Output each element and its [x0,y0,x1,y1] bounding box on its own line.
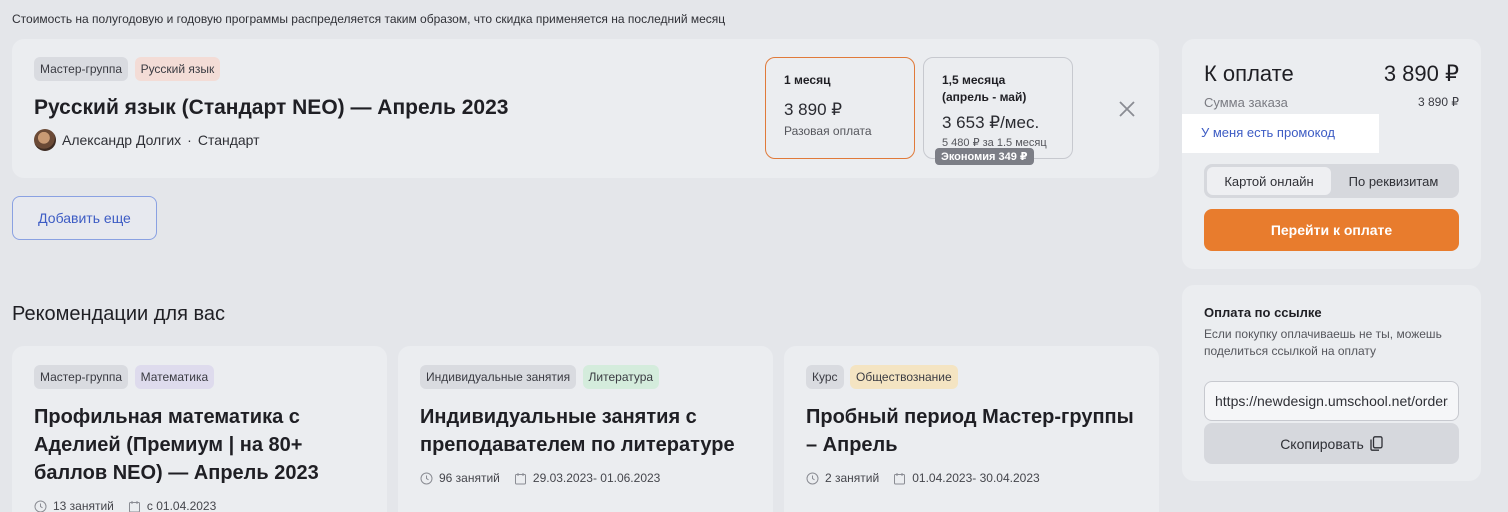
payment-method-switch: Картой онлайн По реквизитам [1204,164,1459,198]
tag-format: Индивидуальные занятия [420,365,577,389]
add-more-button[interactable]: Добавить еще [12,196,157,240]
tag-subject: Литература [582,365,660,389]
avatar [34,129,56,151]
savings-badge: Экономия 349 ₽ [935,148,1034,165]
pay-link-description: Если покупку оплачиваешь не ты, можешь п… [1204,327,1442,358]
author-name: Александр Долгих [62,132,182,148]
cart-item-title: Русский язык (Стандарт NEO) — Апрель 202… [34,96,509,119]
tag-subject: Обществознание [849,365,958,389]
tag-format: Мастер-группа [34,365,129,389]
card-meta: 2 занятий 01.04.2023- 30.04.2023 [806,471,1137,485]
plan-name-line2: (апрель - май) [942,90,1027,104]
card-tags: Индивидуальные занятия Литература [420,365,751,389]
checkout-page: Стоимость на полугодовую и годовую прогр… [0,0,1508,512]
recommendations-heading: Рекомендации для вас [12,303,225,325]
tag-format: Мастер-группа [34,57,129,81]
copy-label: Скопировать [1280,435,1364,452]
tag-format: Курс [806,365,844,389]
copy-link-button[interactable]: Скопировать [1204,423,1459,464]
pay-link-title: Оплата по ссылке [1204,305,1322,320]
method-bank-details[interactable]: По реквизитам [1331,167,1456,195]
separator-dot: · [187,132,192,148]
recommendation-card[interactable]: Индивидуальные занятия Литература Индиви… [398,346,773,512]
lessons-count: 96 занятий [439,471,500,485]
copy-icon [1370,436,1383,451]
tag-subject: Русский язык [134,57,221,81]
lessons-count: 2 занятий [825,471,880,485]
recommendation-card[interactable]: Курс Обществознание Пробный период Масте… [784,346,1159,512]
pay-link-url-field[interactable] [1204,381,1459,421]
plan-option-1-month[interactable]: 1 месяц 3 890 ₽ Разовая оплата [765,57,915,159]
recommendation-card[interactable]: Мастер-группа Математика Профильная мате… [12,346,387,512]
card-tags: Мастер-группа Математика [34,365,365,389]
payment-title: К оплате [1204,61,1294,86]
card-title: Пробный период Мастер-группы – Апрель [806,406,1134,456]
method-card-online[interactable]: Картой онлайн [1207,167,1331,195]
card-tags: Курс Обществознание [806,365,1137,389]
card-meta: 13 занятий с 01.04.2023 [34,499,365,512]
plan-price: 3 653 ₽/мес. [942,113,1040,132]
clock-icon [34,500,47,512]
lessons-count: 13 занятий [53,499,114,512]
card-title: Профильная математика с Аделией (Премиум… [34,406,319,484]
order-sum-value: 3 890 ₽ [1418,95,1459,109]
course-dates: 29.03.2023- 01.06.2023 [532,471,661,485]
plan-subtitle: Разовая оплата [784,124,872,138]
discount-notice: Стоимость на полугодовую и годовую прогр… [12,12,726,26]
calendar-icon [128,500,140,512]
cart-item-tags: Мастер-группа Русский язык [34,57,222,81]
course-dates: 01.04.2023- 30.04.2023 [912,471,1040,485]
payment-total: 3 890 ₽ [1383,61,1459,86]
calendar-icon [514,472,526,484]
order-sum-label: Сумма заказа [1204,95,1288,110]
plan-name-line1: 1,5 месяца [942,73,1006,87]
card-meta: 96 занятий 29.03.2023- 01.06.2023 [420,471,751,485]
course-dates: с 01.04.2023 [146,499,217,512]
tag-subject: Математика [134,365,215,389]
checkout-button[interactable]: Перейти к оплате [1204,209,1459,251]
plan-price: 3 890 ₽ [784,100,843,119]
plan-name: 1,5 месяца (апрель - май) [942,72,1054,106]
calendar-icon [894,472,906,484]
clock-icon [806,472,819,484]
promo-code-link[interactable]: У меня есть промокод [1182,114,1379,153]
plan-name: 1 месяц [784,73,831,87]
course-level: Стандарт [197,132,260,148]
close-icon[interactable] [1117,99,1137,119]
clock-icon [420,472,433,484]
plan-option-1-5-months[interactable]: 1,5 месяца (апрель - май) 3 653 ₽/мес. 5… [923,57,1073,159]
payment-summary: К оплате 3 890 ₽ Сумма заказа 3 890 ₽ У … [1182,39,1481,269]
author-line: Александр Долгих · Стандарт [34,129,260,151]
pay-by-link-card: Оплата по ссылке Если покупку оплачиваеш… [1182,285,1481,481]
card-title: Индивидуальные занятия с преподавателем … [420,406,735,456]
